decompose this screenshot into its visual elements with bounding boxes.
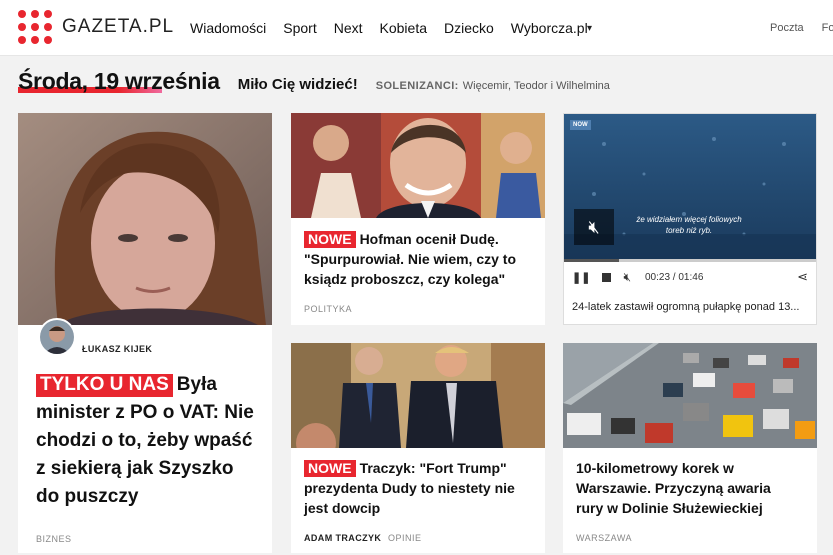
solenizanci-label: SOLENIZANCI: [375, 80, 459, 92]
article-card-main[interactable]: ŁUKASZ KIJEK TYLKO U NAS Była minister z … [18, 113, 272, 553]
video-card[interactable]: NOW 🔇︎ że widziałem więcej foliowych tor… [563, 113, 817, 325]
section-label[interactable]: OPINIE [388, 533, 422, 543]
video-controls: ❚❚ 🔇︎ 00:23 / 01:46 ⋖ [564, 261, 816, 293]
section-label[interactable]: BIZNES [36, 534, 72, 544]
gazeta-logo[interactable]: GAZETA.PL [18, 10, 174, 44]
logo-text: GAZETA.PL [62, 16, 175, 37]
mute-overlay-button[interactable]: 🔇︎ [574, 209, 614, 245]
logo-dots-icon [18, 10, 52, 44]
article-image-trump[interactable] [291, 343, 545, 448]
nav-item-next[interactable]: Next [334, 20, 363, 36]
nav-item-wyborcza[interactable]: Wyborcza.pl [511, 20, 588, 36]
article-card-traffic[interactable]: 10-kilometrowy korek w Warszawie. Przycz… [563, 343, 817, 553]
author-avatar[interactable] [38, 318, 76, 356]
share-icon[interactable]: ⋖ [797, 269, 808, 285]
chevron-down-icon[interactable]: ▾ [587, 23, 592, 34]
article-headline[interactable]: NOWE Hofman ocenił Dudę. "Spurpurowiał. N… [304, 229, 534, 289]
author-name[interactable]: ŁUKASZ KIJEK [82, 344, 152, 354]
article-headline[interactable]: 10-kilometrowy korek w Warszawie. Przycz… [576, 458, 791, 518]
nowe-badge: NOWE [304, 460, 356, 477]
speaker-muted-icon: 🔇︎ [588, 216, 600, 237]
greeting: Miło Cię widzieć! [237, 76, 358, 93]
section-label[interactable]: WARSZAWA [576, 533, 632, 543]
nav-item-sport[interactable]: Sport [283, 20, 316, 36]
date-line: Środa, 19 września Miło Cię widzieć! SOL… [18, 68, 610, 100]
tylko-u-nas-badge: TYLKO U NAS [36, 374, 173, 397]
article-image-traffic[interactable] [563, 343, 817, 448]
nav-item-dziecko[interactable]: Dziecko [444, 20, 494, 36]
top-bar: GAZETA.PL Wiadomości Sport Next Kobieta … [0, 0, 833, 56]
channel-badge: NOW [570, 120, 591, 130]
video-title[interactable]: 24-latek zastawił ogromną pułapkę ponad … [572, 301, 799, 313]
section-label[interactable]: POLITYKA [304, 304, 352, 314]
author-name[interactable]: ADAM TRACZYK [304, 533, 381, 543]
link-poczta[interactable]: Poczta [770, 22, 804, 34]
article-headline[interactable]: NOWE Traczyk: "Fort Trump" prezydenta Dud… [304, 458, 534, 518]
date-block: Środa, 19 września [18, 68, 220, 95]
video-player[interactable]: NOW 🔇︎ że widziałem więcej foliowych tor… [564, 114, 816, 261]
mute-icon[interactable]: 🔇︎ [623, 270, 631, 285]
article-card-duda[interactable]: NOWE Hofman ocenił Dudę. "Spurpurowiał. N… [291, 113, 545, 325]
article-card-trump[interactable]: NOWE Traczyk: "Fort Trump" prezydenta Dud… [291, 343, 545, 553]
article-image-duda[interactable] [291, 113, 545, 218]
nav-item-wiadomosci[interactable]: Wiadomości [190, 20, 266, 36]
nav-item-kobieta[interactable]: Kobieta [380, 20, 427, 36]
article-image-portrait[interactable] [18, 113, 272, 325]
video-time: 00:23 / 01:46 [645, 271, 704, 283]
video-subtitle: że widziałem więcej foliowych toreb niż … [636, 215, 742, 235]
link-fo[interactable]: Fo [822, 22, 833, 34]
current-date: Środa, 19 września [18, 68, 220, 94]
nowe-badge: NOWE [304, 231, 356, 248]
solenizanci-names: Więcemir, Teodor i Wilhelmina [462, 80, 610, 92]
pause-icon[interactable]: ❚❚ [572, 271, 590, 284]
stop-icon[interactable] [602, 272, 612, 282]
article-headline[interactable]: TYLKO U NAS Była minister z PO o VAT: Nie… [36, 371, 256, 511]
main-nav: Wiadomości Sport Next Kobieta Dziecko Wy… [190, 20, 605, 36]
right-links: Poczta Fo [770, 22, 833, 34]
